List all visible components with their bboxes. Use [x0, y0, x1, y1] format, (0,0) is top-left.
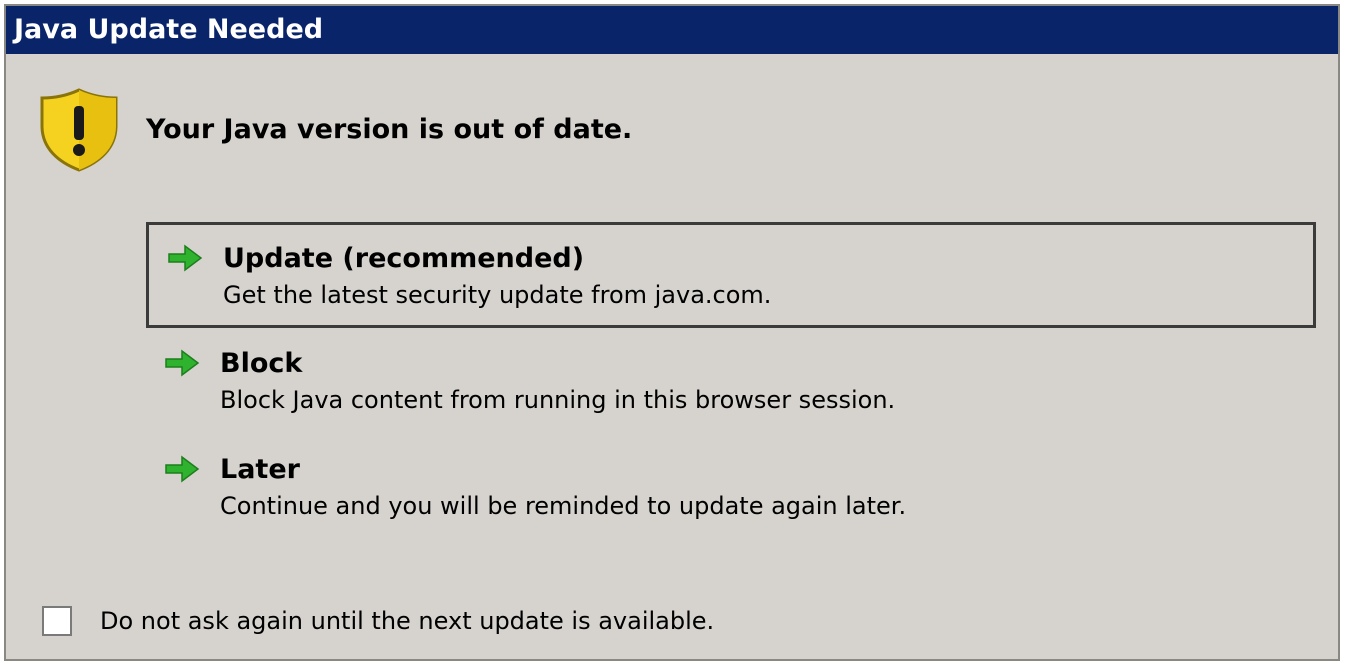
option-block-title: Block — [220, 347, 303, 379]
option-update-description: Get the latest security update from java… — [223, 281, 772, 309]
option-block-description: Block Java content from running in this … — [220, 386, 896, 414]
option-block[interactable]: Block Block Java content from running in… — [146, 330, 1316, 434]
do-not-ask-again-control[interactable]: Do not ask again until the next update i… — [42, 606, 714, 636]
option-later-title: Later — [220, 453, 300, 485]
option-later[interactable]: Later Continue and you will be reminded … — [146, 436, 1316, 540]
dialog-header: Your Java version is out of date. — [36, 86, 632, 172]
headline-message: Your Java version is out of date. — [146, 113, 633, 145]
green-arrow-icon — [165, 349, 200, 377]
window-title: Java Update Needed — [14, 14, 324, 45]
warning-shield-icon — [40, 88, 118, 172]
dialog-window: Java Update Needed Your Java version is … — [4, 4, 1340, 661]
green-arrow-icon — [168, 244, 203, 272]
do-not-ask-again-label[interactable]: Do not ask again until the next update i… — [100, 607, 714, 635]
option-update-title: Update (recommended) — [223, 242, 585, 274]
title-bar[interactable]: Java Update Needed — [6, 6, 1338, 54]
green-arrow-icon — [165, 455, 200, 483]
do-not-ask-again-checkbox[interactable] — [42, 606, 72, 636]
option-later-description: Continue and you will be reminded to upd… — [220, 492, 907, 520]
option-update[interactable]: Update (recommended) Get the latest secu… — [146, 222, 1316, 328]
